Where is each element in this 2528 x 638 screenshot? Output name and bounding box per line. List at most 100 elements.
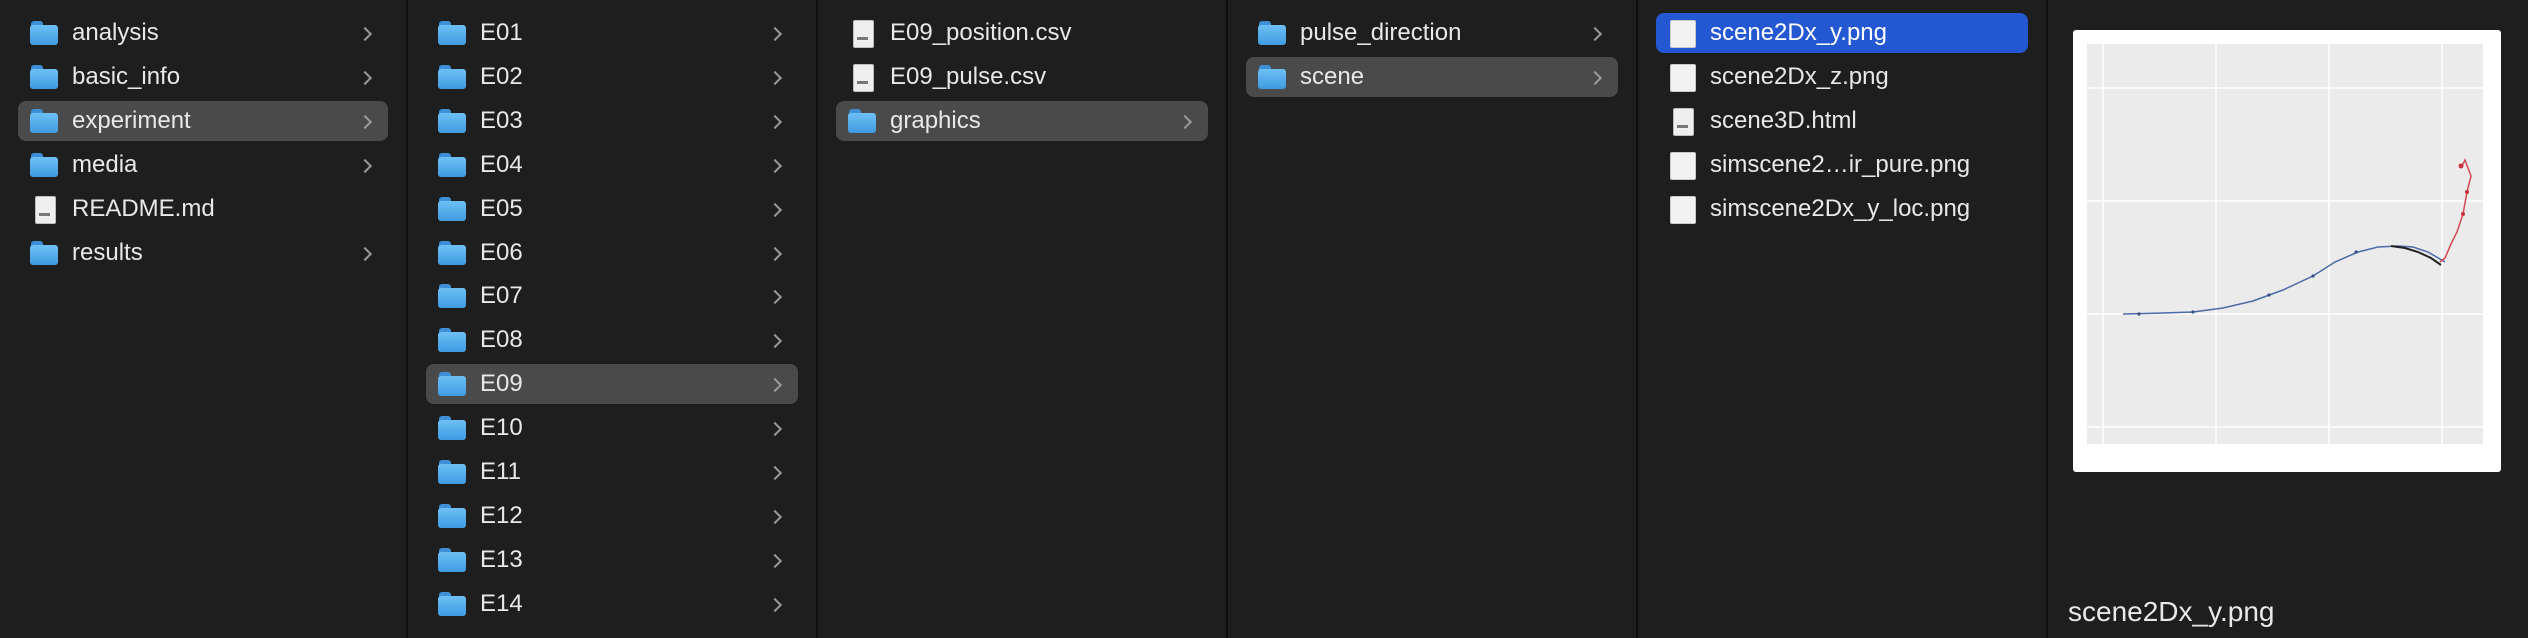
preview-thumbnail[interactable] xyxy=(2073,30,2501,472)
folder-icon xyxy=(438,108,466,134)
folder-item[interactable]: E08 xyxy=(426,320,798,360)
folder-icon xyxy=(30,240,58,266)
folder-icon xyxy=(438,459,466,485)
folder-item[interactable]: E01 xyxy=(426,13,798,53)
folder-item[interactable]: basic_info xyxy=(18,57,388,97)
folder-item[interactable]: E07 xyxy=(426,276,798,316)
item-label: E13 xyxy=(480,545,523,573)
folder-item[interactable]: pulse_direction xyxy=(1246,13,1618,53)
item-label: E14 xyxy=(480,589,523,617)
folder-item[interactable]: E14 xyxy=(426,584,798,624)
folder-item[interactable]: media xyxy=(18,145,388,185)
item-label: analysis xyxy=(72,19,159,46)
item-label: E05 xyxy=(480,194,523,222)
folder-item[interactable]: analysis xyxy=(18,13,388,53)
file-item[interactable]: E09_pulse.csv xyxy=(836,57,1208,97)
column-1[interactable]: analysis basic_info experiment media README.… xyxy=(0,0,408,638)
item-label: experiment xyxy=(72,106,191,134)
folder-item[interactable]: E02 xyxy=(426,57,798,97)
item-label: E11 xyxy=(480,458,521,485)
file-item[interactable]: scene2Dx_z.png xyxy=(1656,57,2028,97)
folder-item[interactable]: scene xyxy=(1246,56,1618,97)
folder-item[interactable]: E04 xyxy=(426,145,798,185)
folder-icon xyxy=(438,415,466,441)
folder-item[interactable]: E13 xyxy=(426,540,798,580)
folder-icon xyxy=(438,283,466,309)
item-label: simscene2…ir_pure.png xyxy=(1710,150,1971,178)
folder-item[interactable]: results xyxy=(18,233,388,273)
folder-item[interactable]: E09 xyxy=(426,364,798,405)
plot-panel xyxy=(2087,44,2483,444)
item-label: E08 xyxy=(480,326,523,354)
chevron-right-icon xyxy=(770,159,782,171)
file-item[interactable]: README.md xyxy=(18,189,388,229)
folder-icon xyxy=(30,64,58,90)
folder-item[interactable]: E06 xyxy=(426,233,798,273)
chevron-right-icon xyxy=(770,203,782,215)
document-icon xyxy=(1668,107,1696,136)
folder-icon xyxy=(438,547,466,573)
column-2[interactable]: E01 E02 E03 E04 E05 E06 E07 E08 E09 E10 E11 E12 E13 E… xyxy=(408,0,818,638)
column-3[interactable]: E09_position.csv E09_pulse.csv graphics xyxy=(818,0,1228,638)
chevron-right-icon xyxy=(360,115,372,127)
preview-plot-image xyxy=(2087,44,2483,444)
chevron-right-icon xyxy=(770,598,782,610)
file-item[interactable]: scene2Dx_y.png xyxy=(1656,13,2028,53)
column-4[interactable]: pulse_directionscene xyxy=(1228,0,1638,638)
item-label: README.md xyxy=(72,194,215,222)
folder-icon xyxy=(438,152,466,178)
image-file-icon xyxy=(1668,63,1696,92)
image-file-icon xyxy=(1668,151,1696,180)
chevron-right-icon xyxy=(770,334,782,346)
chevron-right-icon xyxy=(770,27,782,39)
chevron-right-icon xyxy=(360,71,372,83)
item-label: scene xyxy=(1300,62,1365,90)
item-label: media xyxy=(72,150,138,178)
item-label: E07 xyxy=(480,282,523,310)
folder-item[interactable]: E05 xyxy=(426,189,798,229)
item-label: E10 xyxy=(480,414,523,442)
folder-icon xyxy=(438,591,466,617)
folder-icon xyxy=(30,20,58,46)
chevron-right-icon xyxy=(770,71,782,83)
image-file-icon xyxy=(1668,20,1696,48)
file-item[interactable]: simscene2Dx_y_loc.png xyxy=(1656,189,2028,229)
folder-item[interactable]: experiment xyxy=(18,100,388,141)
preview-pane: scene2Dx_y.png xyxy=(2048,0,2528,638)
item-label: E01 xyxy=(480,19,523,46)
preview-filename: scene2Dx_y.png xyxy=(2068,596,2275,627)
chevron-right-icon xyxy=(770,422,782,434)
folder-icon xyxy=(438,240,466,266)
item-label: E12 xyxy=(480,501,523,529)
folder-item[interactable]: E10 xyxy=(426,408,798,448)
item-label: scene2Dx_y.png xyxy=(1710,19,1887,46)
item-label: results xyxy=(72,238,143,266)
column-5[interactable]: scene2Dx_y.png scene2Dx_z.png scene3D.html… xyxy=(1638,0,2048,638)
file-item[interactable]: E09_position.csv xyxy=(836,13,1208,53)
folder-item[interactable]: E03 xyxy=(426,101,798,141)
chevron-right-icon xyxy=(1590,71,1602,83)
chevron-right-icon xyxy=(360,159,372,171)
item-label: E09_pulse.csv xyxy=(890,62,1047,90)
file-item[interactable]: simscene2…ir_pure.png xyxy=(1656,145,2028,185)
folder-icon xyxy=(30,108,58,134)
file-item[interactable]: scene3D.html xyxy=(1656,101,2028,141)
chevron-right-icon xyxy=(770,554,782,566)
folder-icon xyxy=(438,327,466,353)
item-label: E06 xyxy=(480,238,523,266)
chevron-right-icon xyxy=(770,378,782,390)
folder-item[interactable]: E12 xyxy=(426,496,798,536)
chevron-right-icon xyxy=(770,290,782,302)
folder-icon xyxy=(438,20,466,46)
chevron-right-icon xyxy=(1590,27,1602,39)
item-label: simscene2Dx_y_loc.png xyxy=(1710,194,1971,222)
item-label: E09 xyxy=(480,370,523,398)
folder-item[interactable]: E11 xyxy=(426,452,798,492)
chevron-right-icon xyxy=(770,247,782,259)
finder-column-browser: analysis basic_info experiment media README.… xyxy=(0,0,2528,638)
folder-icon xyxy=(1258,20,1286,46)
item-label: graphics xyxy=(890,106,981,134)
item-label: pulse_direction xyxy=(1300,19,1462,46)
folder-item[interactable]: graphics xyxy=(836,100,1208,141)
chevron-right-icon xyxy=(770,510,782,522)
